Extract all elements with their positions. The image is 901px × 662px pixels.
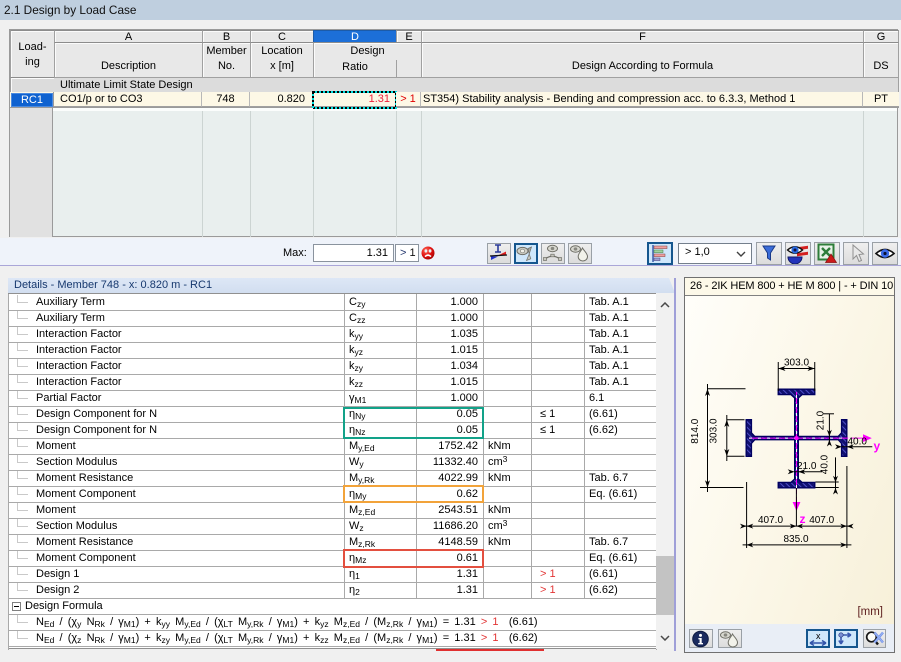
svg-text:407.0: 407.0	[758, 515, 783, 526]
svg-text:835.0: 835.0	[783, 534, 808, 545]
svg-text:303.0: 303.0	[709, 418, 720, 443]
svg-text:x: x	[816, 631, 821, 641]
svg-text:40.0: 40.0	[819, 454, 830, 474]
svg-text:814.0: 814.0	[690, 418, 701, 443]
svg-text:407.0: 407.0	[809, 515, 834, 526]
svg-text:y: y	[874, 439, 881, 453]
svg-text:21.0: 21.0	[815, 410, 826, 430]
svg-text:40.0: 40.0	[848, 436, 868, 447]
svg-text:21.0: 21.0	[797, 461, 817, 472]
svg-text:303.0: 303.0	[784, 358, 809, 369]
